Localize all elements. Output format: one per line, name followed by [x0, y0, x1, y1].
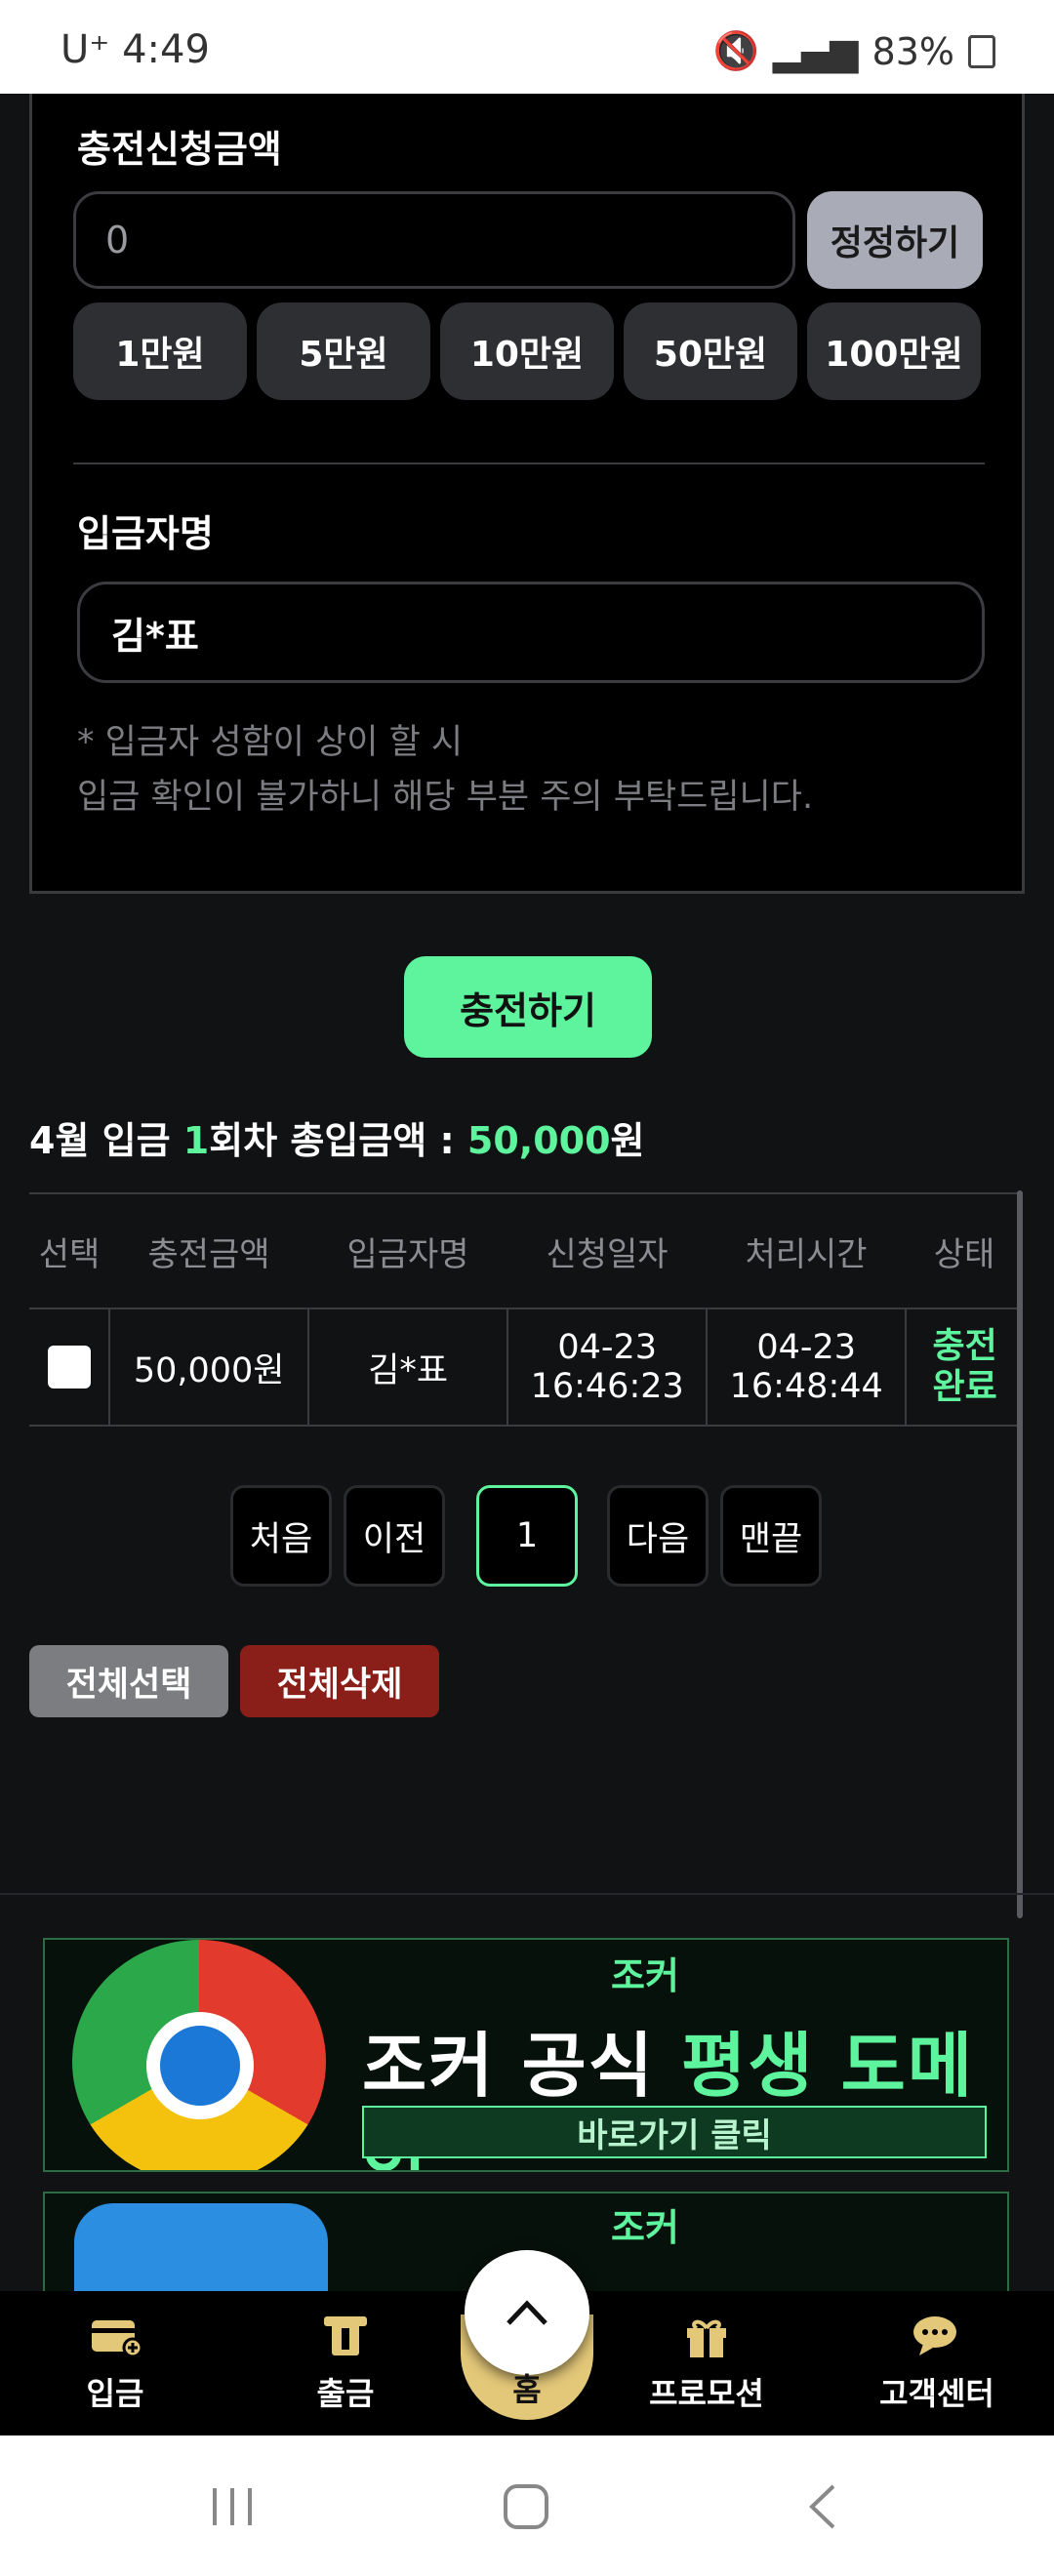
row-process-time: 16:48:44 [729, 1367, 883, 1406]
status-time: U⁺ 4:49 [61, 27, 210, 72]
summary-prefix: 4월 입금 [29, 1119, 183, 1162]
row-status: 충전 완료 [907, 1309, 1023, 1425]
table-header: 선택 충전금액 입금자명 신청일자 처리시간 상태 [29, 1192, 1023, 1309]
header-name: 입금자명 [346, 1234, 469, 1274]
amount-label: 충전신청금액 [77, 128, 282, 171]
row-amount: 50,000원 [110, 1309, 310, 1425]
nav-deposit-label: 입금 [86, 2375, 144, 2412]
scroll-top-button[interactable] [465, 2250, 589, 2375]
nav-withdraw[interactable]: 출금 [277, 2291, 414, 2435]
charge-submit-button[interactable]: 충전하기 [404, 956, 652, 1058]
battery-percent: 83% [872, 29, 954, 73]
withdraw-icon [324, 2316, 367, 2355]
notice-line-1: * 입금자 성함이 상이 할 시 [77, 723, 464, 762]
quick-amount-5[interactable]: 5만원 [257, 302, 430, 400]
banner-title-white: 조커 공식 [362, 2025, 682, 2107]
quick-amount-1[interactable]: 1만원 [73, 302, 247, 400]
nav-promotion[interactable]: 프로모션 [638, 2291, 775, 2435]
row-request-date: 04-23 [557, 1328, 658, 1367]
signal-icon: ▂▄▆ [772, 29, 859, 73]
gift-icon [687, 2319, 726, 2357]
notice-line-2: 입금 확인이 불가하니 해당 부분 주의 부탁드립니다. [77, 778, 814, 817]
status-bar: U⁺ 4:49 🔇 ▂▄▆ 83% [0, 0, 1054, 94]
header-status: 상태 [933, 1234, 995, 1274]
deposit-summary: 4월 입금 1회차 총입금액 : 50,000원 [29, 1110, 645, 1164]
wallet-icon [92, 2320, 142, 2358]
nav-deposit[interactable]: 입금 [47, 2291, 183, 2435]
quick-amount-10[interactable]: 10만원 [440, 302, 614, 400]
row-request-datetime: 04-23 16:46:23 [508, 1309, 709, 1425]
home-icon[interactable] [502, 2482, 550, 2531]
nav-support[interactable]: 고객센터 [869, 2291, 1005, 2435]
banner-shortcut: 바로가기 클릭 [362, 2106, 987, 2158]
banner-brand: 조커 [611, 1954, 679, 1997]
nav-home-label[interactable]: 홈 [465, 2365, 589, 2410]
page-current-button[interactable]: 1 [476, 1485, 578, 1587]
quick-amount-50[interactable]: 50만원 [624, 302, 797, 400]
table-row: 50,000원 김*표 04-23 16:46:23 04-23 16:48:4… [29, 1309, 1023, 1427]
system-navigation [0, 2435, 1054, 2576]
back-icon[interactable] [802, 2482, 841, 2531]
scrollbar[interactable] [1017, 1190, 1023, 1918]
banner2-brand: 조커 [611, 2206, 679, 2249]
summary-count: 1 [182, 1119, 210, 1162]
row-process-datetime: 04-23 16:48:44 [708, 1309, 908, 1425]
summary-suffix: 원 [610, 1119, 645, 1162]
select-all-button[interactable]: 전체선택 [29, 1645, 228, 1717]
delete-all-button[interactable]: 전체삭제 [240, 1645, 439, 1717]
chrome-icon [72, 1940, 326, 2170]
page-first-button[interactable]: 처음 [230, 1485, 332, 1587]
row-status-line2: 완료 [932, 1367, 997, 1407]
recent-apps-icon[interactable] [209, 2484, 258, 2529]
nav-support-label: 고객센터 [879, 2375, 994, 2412]
header-amount: 충전금액 [147, 1234, 270, 1274]
nav-withdraw-label: 출금 [316, 2375, 375, 2412]
summary-amount: 50,000 [466, 1119, 611, 1162]
header-process-time: 처리시간 [745, 1234, 868, 1274]
row-status-line1: 충전 [932, 1326, 997, 1366]
reset-button[interactable]: 정정하기 [807, 191, 983, 289]
battery-icon [968, 34, 995, 68]
depositor-label: 입금자명 [77, 512, 214, 555]
mute-icon: 🔇 [712, 29, 759, 72]
nav-promotion-label: 프로모션 [649, 2375, 764, 2412]
header-select: 선택 [38, 1234, 101, 1274]
chevron-up-icon [507, 2300, 547, 2325]
amount-input[interactable]: 0 [73, 191, 795, 289]
charge-form: 충전신청금액 0 정정하기 1만원 5만원 10만원 50만원 100만원 입금… [29, 94, 1025, 894]
summary-middle: 회차 총입금액 : [209, 1119, 467, 1162]
page-last-button[interactable]: 맨끝 [720, 1485, 822, 1587]
depositor-input[interactable]: 김*표 [77, 582, 985, 683]
quick-amount-100[interactable]: 100만원 [807, 302, 981, 400]
section-divider [0, 1893, 1054, 1895]
chat-icon [913, 2316, 956, 2355]
row-request-time: 16:46:23 [530, 1367, 684, 1406]
row-process-date: 04-23 [756, 1328, 857, 1367]
row-select-cell [29, 1309, 111, 1425]
page-prev-button[interactable]: 이전 [344, 1485, 445, 1587]
deposit-history-table: 선택 충전금액 입금자명 신청일자 처리시간 상태 50,000원 김*표 04… [29, 1192, 1023, 1427]
row-name: 김*표 [309, 1309, 509, 1425]
row-checkbox[interactable] [47, 1346, 91, 1389]
divider [73, 463, 985, 464]
page-next-button[interactable]: 다음 [607, 1485, 709, 1587]
header-request-date: 신청일자 [546, 1234, 669, 1274]
status-icons: 🔇 ▂▄▆ 83% [713, 29, 995, 73]
domain-banner[interactable]: 조커 조커 공식 평생 도메인 바로가기 클릭 [43, 1938, 1009, 2172]
